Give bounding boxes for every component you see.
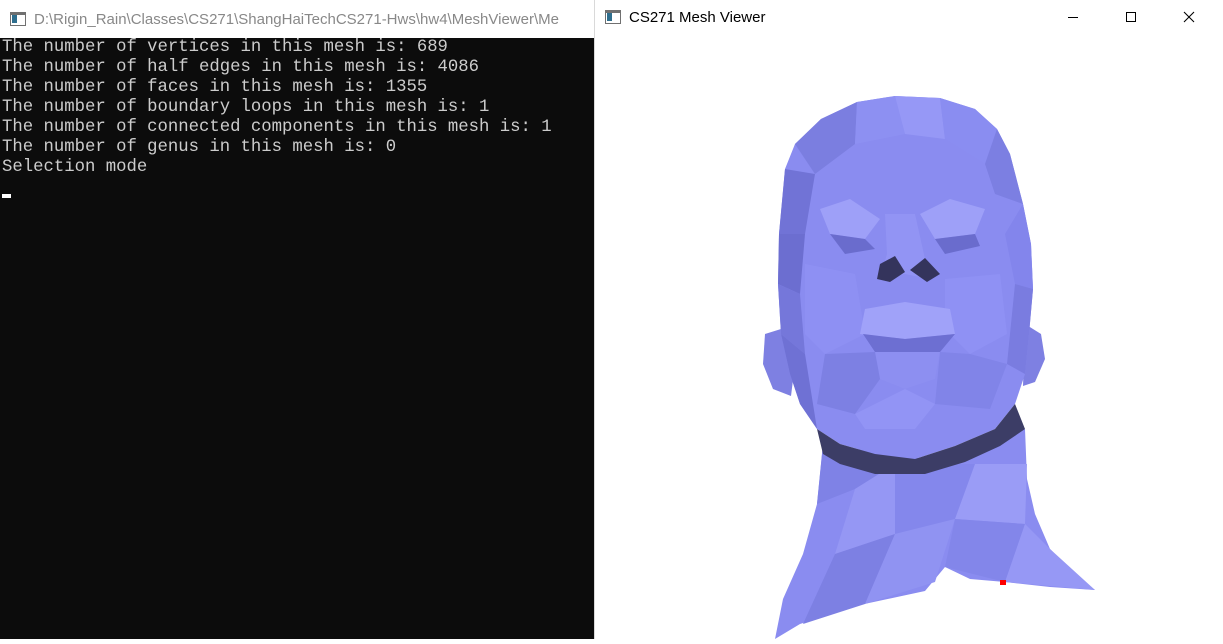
minimize-button[interactable]	[1044, 0, 1102, 34]
close-icon	[1183, 11, 1195, 23]
maximize-button[interactable]	[1102, 0, 1160, 34]
console-line-mode: Selection mode	[2, 158, 148, 177]
console-titlebar[interactable]: D:\Rigin_Rain\Classes\CS271\ShangHaiTech…	[0, 0, 594, 38]
console-output[interactable]: The number of vertices in this mesh is: …	[2, 38, 594, 639]
console-title: D:\Rigin_Rain\Classes\CS271\ShangHaiTech…	[34, 10, 559, 28]
console-line-half-edges: The number of half edges in this mesh is…	[2, 58, 480, 77]
close-button[interactable]	[1160, 0, 1218, 34]
text-cursor	[2, 194, 11, 198]
console-line-faces: The number of faces in this mesh is: 135…	[2, 78, 428, 97]
opengl-app-icon	[605, 10, 621, 24]
mesh-viewport[interactable]	[595, 34, 1223, 639]
console-line-boundary-loops: The number of boundary loops in this mes…	[2, 98, 490, 117]
console-line-vertices: The number of vertices in this mesh is: …	[2, 38, 448, 57]
minimize-icon	[1068, 17, 1078, 18]
console-app-icon	[10, 12, 26, 26]
console-window[interactable]: D:\Rigin_Rain\Classes\CS271\ShangHaiTech…	[0, 0, 594, 639]
console-line-components: The number of connected components in th…	[2, 118, 552, 137]
console-line-genus: The number of genus in this mesh is: 0	[2, 138, 397, 157]
viewer-titlebar[interactable]: CS271 Mesh Viewer	[595, 0, 1223, 34]
mesh-viewer-window[interactable]: CS271 Mesh Viewer	[594, 0, 1223, 639]
head-mesh[interactable]	[595, 34, 1223, 639]
viewer-title: CS271 Mesh Viewer	[629, 8, 766, 26]
selected-vertex-marker[interactable]	[1000, 580, 1006, 585]
maximize-icon	[1126, 12, 1136, 22]
